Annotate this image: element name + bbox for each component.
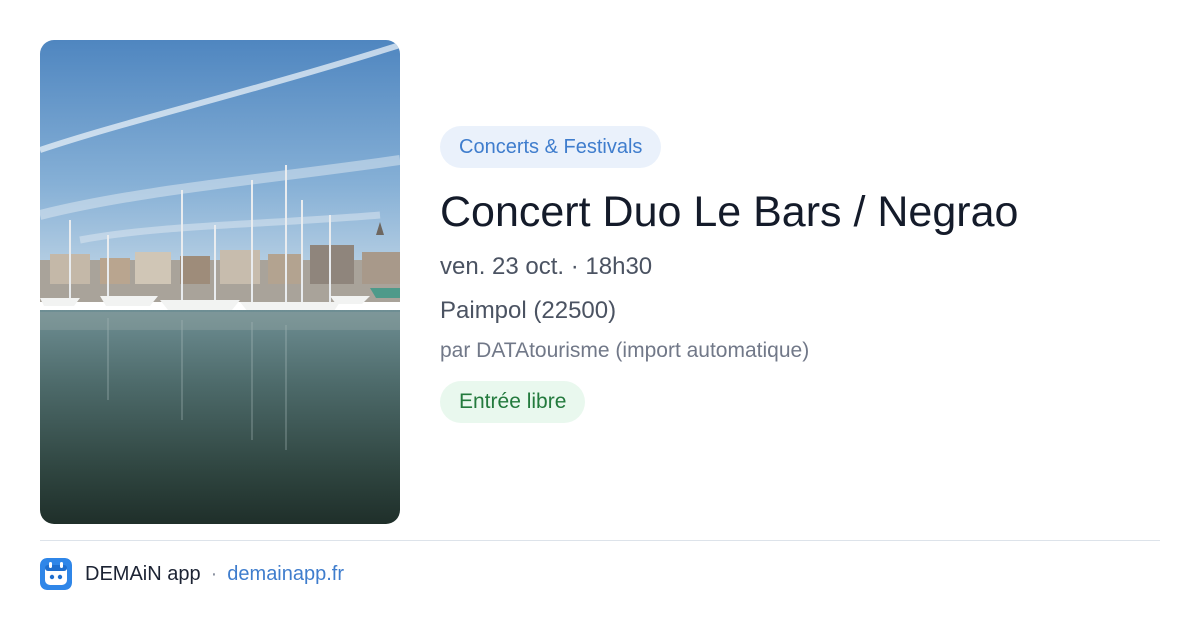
demain-app-icon	[40, 558, 72, 590]
event-source: par DATAtourisme (import automatique)	[440, 339, 810, 362]
event-location: Paimpol (22500)	[440, 297, 617, 324]
app-name: DEMAiN app	[85, 562, 201, 585]
card-footer: DEMAiN app · demainapp.fr	[40, 558, 344, 590]
harbor-photo-image	[40, 40, 400, 524]
category-badge[interactable]: Concerts & Festivals	[440, 126, 662, 168]
event-photo	[40, 40, 400, 524]
site-link[interactable]: demainapp.fr	[227, 563, 344, 586]
event-datetime: ven. 23 oct. · 18h30	[440, 253, 653, 280]
event-info: Concerts & Festivals Concert Duo Le Bars…	[440, 126, 1160, 423]
footer-separator: ·	[210, 562, 218, 585]
event-share-card: Concerts & Festivals Concert Duo Le Bars…	[0, 0, 1200, 630]
event-title: Concert Duo Le Bars / Negrao	[440, 188, 1019, 236]
price-badge: Entrée libre	[440, 381, 586, 423]
footer-divider	[40, 540, 1160, 541]
